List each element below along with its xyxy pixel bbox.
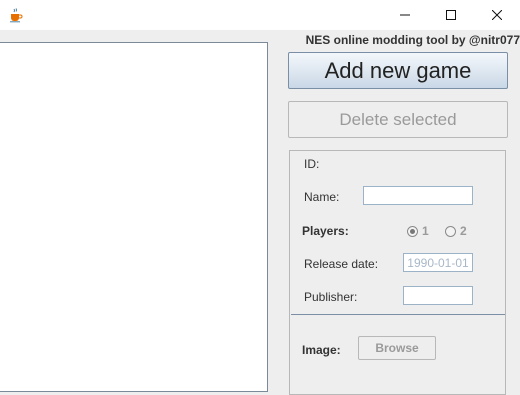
delete-selected-button[interactable]: Delete selected: [288, 101, 508, 138]
radio-selected-icon: [407, 225, 418, 237]
author-label: NES online modding tool by @nitr077: [305, 33, 520, 47]
id-label: ID:: [304, 157, 320, 171]
minimize-button[interactable]: [382, 0, 428, 30]
publisher-field[interactable]: [403, 286, 473, 305]
name-field[interactable]: [363, 186, 473, 205]
players-label: Players:: [302, 224, 349, 238]
maximize-icon: [446, 10, 456, 20]
section-divider: [291, 314, 505, 315]
players-radio-2[interactable]: 2: [445, 224, 467, 238]
games-list[interactable]: [0, 42, 268, 392]
title-bar: [0, 0, 520, 30]
players-radio-1[interactable]: 1: [407, 224, 429, 238]
publisher-label: Publisher:: [304, 290, 358, 304]
name-label: Name:: [304, 190, 340, 204]
release-date-field[interactable]: 1990-01-01: [403, 253, 473, 272]
players-option-1-label: 1: [422, 224, 429, 238]
players-option-2-label: 2: [460, 224, 467, 238]
close-icon: [492, 10, 502, 20]
release-date-label: Release date:: [304, 257, 379, 271]
radio-unselected-icon: [445, 225, 456, 237]
java-coffee-cup-icon: [8, 7, 24, 23]
close-button[interactable]: [474, 0, 520, 30]
maximize-button[interactable]: [428, 0, 474, 30]
add-new-game-button[interactable]: Add new game: [288, 52, 508, 89]
minimize-icon: [400, 10, 410, 20]
image-label: Image:: [302, 343, 341, 357]
browse-button[interactable]: Browse: [358, 336, 436, 360]
